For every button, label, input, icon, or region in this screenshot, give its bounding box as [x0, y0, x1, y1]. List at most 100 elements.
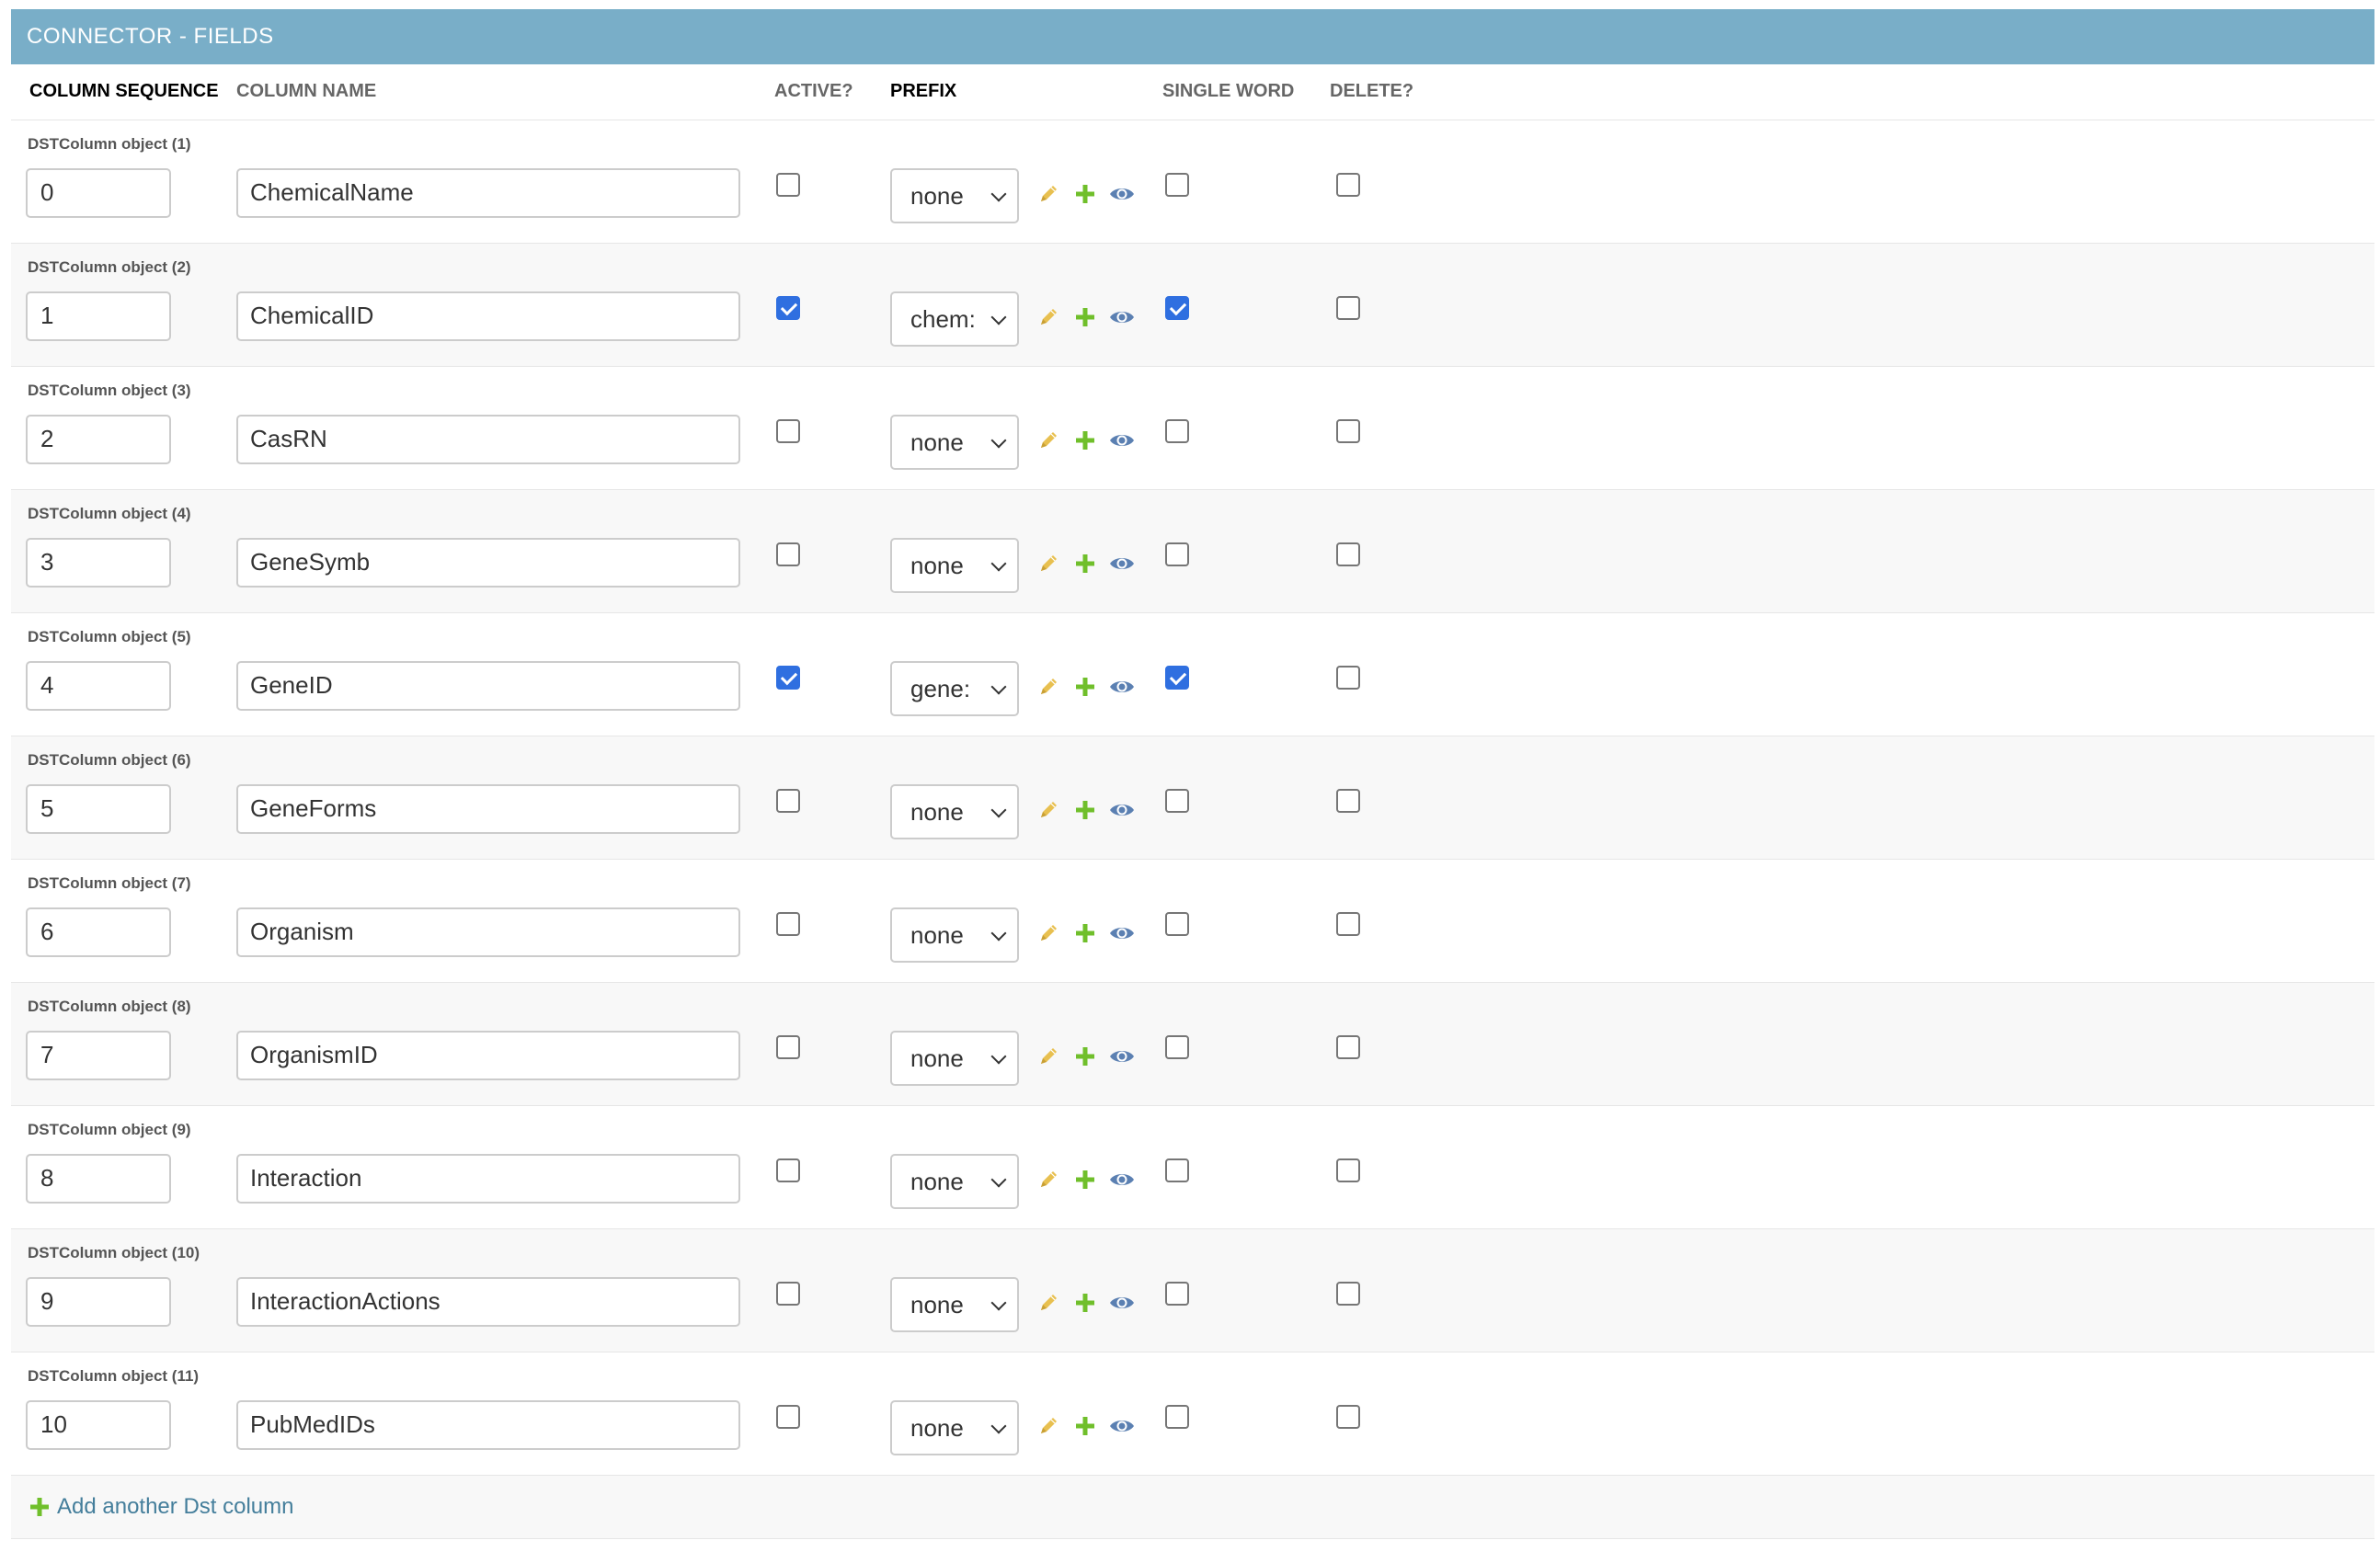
single-word-checkbox[interactable] [1165, 788, 1189, 813]
prefix-select[interactable]: none [890, 783, 1019, 839]
prefix-select[interactable]: none [890, 1030, 1019, 1086]
single-word-checkbox[interactable] [1165, 665, 1189, 690]
active-checkbox[interactable] [776, 1158, 800, 1182]
column-sequence-input[interactable] [26, 1276, 171, 1327]
delete-checkbox[interactable] [1336, 295, 1360, 320]
delete-checkbox[interactable] [1336, 418, 1360, 443]
prefix-select[interactable]: none [890, 167, 1019, 223]
column-sequence-input[interactable] [26, 783, 171, 834]
prefix-select[interactable]: none [890, 1276, 1019, 1332]
eye-icon[interactable] [1109, 797, 1135, 823]
single-word-checkbox[interactable] [1165, 295, 1189, 320]
delete-checkbox[interactable] [1336, 1034, 1360, 1059]
eye-icon[interactable] [1109, 1413, 1135, 1439]
column-name-input[interactable] [236, 537, 740, 588]
column-sequence-input[interactable] [26, 1030, 171, 1080]
active-checkbox[interactable] [776, 542, 800, 566]
eye-icon[interactable] [1109, 920, 1135, 946]
pencil-icon[interactable] [1036, 920, 1061, 946]
active-checkbox[interactable] [776, 295, 800, 320]
pencil-icon[interactable] [1036, 304, 1061, 330]
single-word-checkbox[interactable] [1165, 542, 1189, 566]
add-another-link[interactable]: Add another Dst column [29, 1494, 293, 1520]
delete-checkbox[interactable] [1336, 911, 1360, 936]
plus-icon[interactable] [1072, 674, 1098, 700]
column-name-input[interactable] [236, 167, 740, 218]
prefix-select[interactable]: none [890, 907, 1019, 963]
column-name-input[interactable] [236, 660, 740, 711]
prefix-select[interactable]: none [890, 414, 1019, 470]
column-name-input[interactable] [236, 1153, 740, 1204]
single-word-checkbox[interactable] [1165, 1034, 1189, 1059]
plus-icon[interactable] [1072, 797, 1098, 823]
eye-icon[interactable] [1109, 181, 1135, 207]
pencil-icon[interactable] [1036, 181, 1061, 207]
column-sequence-input[interactable] [26, 167, 171, 218]
column-name-input[interactable] [236, 1399, 740, 1450]
plus-icon[interactable] [1072, 1290, 1098, 1316]
prefix-select[interactable]: none [890, 537, 1019, 593]
column-name-input[interactable] [236, 1276, 740, 1327]
eye-icon[interactable] [1109, 304, 1135, 330]
delete-checkbox[interactable] [1336, 1281, 1360, 1306]
delete-checkbox[interactable] [1336, 788, 1360, 813]
plus-icon[interactable] [1072, 428, 1098, 453]
prefix-select[interactable]: chem: [890, 291, 1019, 347]
pencil-icon[interactable] [1036, 551, 1061, 576]
column-sequence-input[interactable] [26, 660, 171, 711]
plus-icon[interactable] [1072, 304, 1098, 330]
column-sequence-input[interactable] [26, 414, 171, 464]
pencil-icon[interactable] [1036, 428, 1061, 453]
pencil-icon[interactable] [1036, 1044, 1061, 1069]
column-sequence-input[interactable] [26, 907, 171, 957]
single-word-checkbox[interactable] [1165, 911, 1189, 936]
plus-icon[interactable] [1072, 181, 1098, 207]
column-sequence-input[interactable] [26, 291, 171, 341]
pencil-icon[interactable] [1036, 797, 1061, 823]
single-word-checkbox[interactable] [1165, 172, 1189, 197]
delete-checkbox[interactable] [1336, 665, 1360, 690]
eye-icon[interactable] [1109, 1167, 1135, 1193]
column-sequence-input[interactable] [26, 1153, 171, 1204]
active-checkbox[interactable] [776, 665, 800, 690]
column-name-input[interactable] [236, 1030, 740, 1080]
column-name-input[interactable] [236, 291, 740, 341]
delete-checkbox[interactable] [1336, 172, 1360, 197]
single-word-checkbox[interactable] [1165, 1404, 1189, 1429]
active-checkbox[interactable] [776, 1404, 800, 1429]
delete-checkbox[interactable] [1336, 1404, 1360, 1429]
pencil-icon[interactable] [1036, 1290, 1061, 1316]
plus-icon[interactable] [1072, 920, 1098, 946]
active-checkbox[interactable] [776, 1281, 800, 1306]
active-checkbox[interactable] [776, 418, 800, 443]
plus-icon[interactable] [1072, 551, 1098, 576]
plus-icon[interactable] [1072, 1044, 1098, 1069]
plus-icon[interactable] [1072, 1413, 1098, 1439]
eye-icon[interactable] [1109, 1044, 1135, 1069]
pencil-icon[interactable] [1036, 1413, 1061, 1439]
eye-icon[interactable] [1109, 674, 1135, 700]
column-name-input[interactable] [236, 414, 740, 464]
eye-icon[interactable] [1109, 551, 1135, 576]
plus-icon[interactable] [1072, 1167, 1098, 1193]
prefix-select[interactable]: none [890, 1153, 1019, 1209]
column-name-input[interactable] [236, 783, 740, 834]
column-sequence-input[interactable] [26, 537, 171, 588]
pencil-icon[interactable] [1036, 674, 1061, 700]
pencil-icon[interactable] [1036, 1167, 1061, 1193]
single-word-checkbox[interactable] [1165, 1281, 1189, 1306]
active-checkbox[interactable] [776, 172, 800, 197]
delete-checkbox[interactable] [1336, 542, 1360, 566]
active-checkbox[interactable] [776, 788, 800, 813]
single-word-checkbox[interactable] [1165, 418, 1189, 443]
single-word-checkbox[interactable] [1165, 1158, 1189, 1182]
column-name-input[interactable] [236, 907, 740, 957]
active-checkbox[interactable] [776, 1034, 800, 1059]
delete-checkbox[interactable] [1336, 1158, 1360, 1182]
active-checkbox[interactable] [776, 911, 800, 936]
eye-icon[interactable] [1109, 428, 1135, 453]
eye-icon[interactable] [1109, 1290, 1135, 1316]
prefix-select[interactable]: gene: [890, 660, 1019, 716]
prefix-select[interactable]: none [890, 1399, 1019, 1455]
column-sequence-input[interactable] [26, 1399, 171, 1450]
